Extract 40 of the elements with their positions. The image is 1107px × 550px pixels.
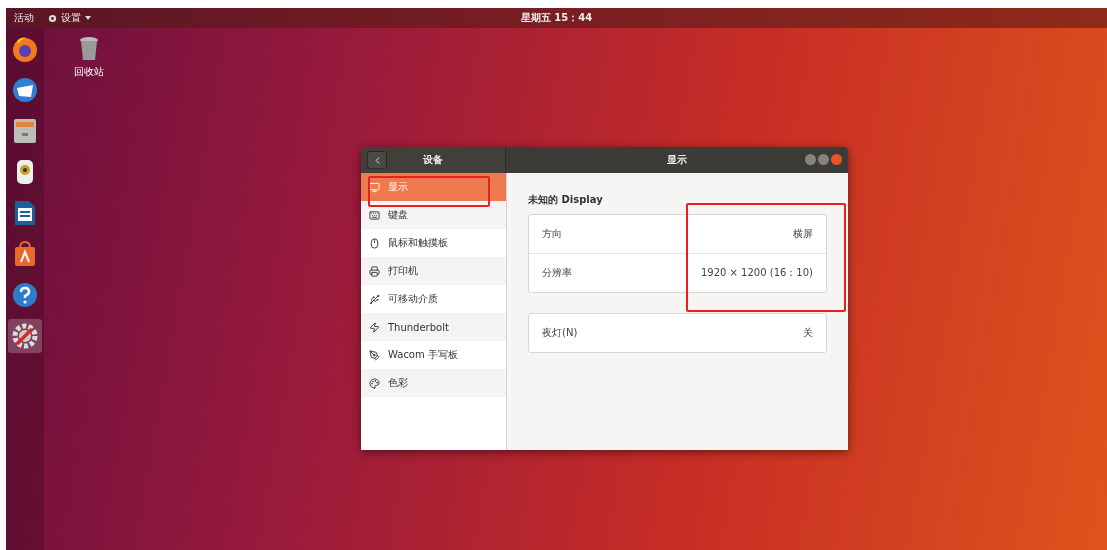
close-button[interactable]: [831, 154, 842, 165]
document-icon: [13, 199, 37, 227]
printer-icon: [369, 265, 380, 277]
gear-icon: [48, 13, 57, 23]
file-cabinet-icon: [12, 117, 38, 145]
caret-icon: [85, 16, 91, 20]
sidebar-title: 设备: [423, 153, 443, 167]
setting-value[interactable]: 横屏: [793, 227, 813, 241]
setting-label: 分辨率: [542, 266, 572, 280]
clock[interactable]: 星期五 15：44: [520, 11, 593, 25]
help-icon: [11, 281, 39, 309]
sidebar-item[interactable]: Thunderbolt: [361, 313, 506, 341]
usb-icon: [369, 293, 380, 305]
minimize-button[interactable]: [805, 154, 816, 165]
speaker-icon: [14, 158, 36, 186]
mail-icon: [11, 76, 39, 104]
setting-label: 夜灯(N): [542, 326, 578, 340]
shopping-bag-icon: [12, 240, 38, 268]
activities-button[interactable]: 活动: [14, 11, 34, 25]
window-title: 显示: [667, 153, 687, 167]
trash-label: 回收站: [74, 65, 104, 79]
section-heading: 未知的 Display: [528, 193, 604, 207]
monitor-icon: [369, 181, 380, 193]
trash-icon[interactable]: [79, 36, 99, 62]
sidebar-item[interactable]: 键盘: [361, 201, 506, 229]
browser-icon: [11, 35, 39, 63]
palette-icon: [369, 377, 380, 389]
lightning-icon: [369, 321, 380, 333]
pen-icon: [369, 349, 380, 361]
app-menu[interactable]: 设置: [48, 11, 91, 25]
sidebar-item[interactable]: 色彩: [361, 369, 506, 397]
sidebar-item[interactable]: 打印机: [361, 257, 506, 285]
settings-icon: [11, 322, 39, 350]
back-button[interactable]: [367, 151, 387, 169]
maximize-button[interactable]: [818, 154, 829, 165]
setting-value[interactable]: 关: [803, 326, 813, 340]
setting-label: 方向: [542, 227, 562, 241]
mouse-icon: [369, 237, 380, 249]
keyboard-icon: [369, 209, 380, 221]
setting-value[interactable]: 1920 × 1200 (16：10): [700, 266, 813, 280]
